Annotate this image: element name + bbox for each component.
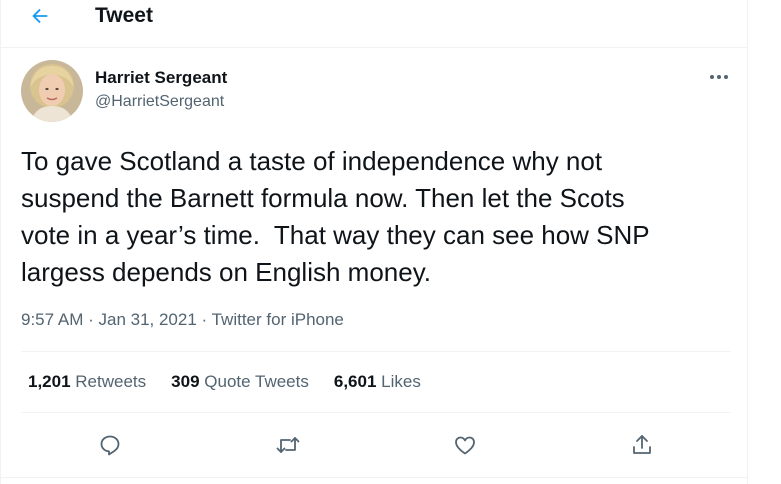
quotes-stat[interactable]: 309 Quote Tweets (171, 372, 309, 392)
quotes-label: Quote Tweets (204, 372, 309, 391)
avatar[interactable] (21, 60, 83, 122)
heart-icon (455, 436, 475, 455)
bottom-divider (1, 477, 749, 478)
tweet-source[interactable]: Twitter for iPhone (212, 310, 344, 329)
retweet-button[interactable] (271, 428, 305, 462)
tweet-date[interactable]: Jan 31, 2021 (98, 310, 196, 329)
likes-label: Likes (381, 372, 421, 391)
share-icon (633, 435, 651, 454)
meta-divider (21, 351, 731, 352)
retweet-icon (276, 437, 300, 453)
page-header: Tweet (1, 0, 749, 48)
arrow-left-icon (32, 8, 48, 24)
author-handle[interactable]: @HarrietSergeant (95, 93, 224, 111)
side-gutter (748, 0, 781, 484)
page-title: Tweet (95, 4, 153, 27)
tweet-stats: 1,201 Retweets 309 Quote Tweets 6,601 Li… (28, 372, 446, 392)
share-button[interactable] (625, 428, 659, 462)
meta-separator: · (196, 310, 212, 329)
avatar-image (21, 60, 83, 122)
stats-divider (21, 412, 731, 413)
retweets-label: Retweets (75, 372, 147, 391)
retweets-stat[interactable]: 1,201 Retweets (28, 372, 146, 392)
back-button[interactable] (25, 1, 55, 31)
reply-button[interactable] (93, 428, 127, 462)
like-button[interactable] (448, 428, 482, 462)
tweet-time[interactable]: 9:57 AM (21, 310, 83, 329)
header-divider (1, 47, 749, 48)
meta-separator: · (83, 310, 99, 329)
reply-icon (100, 435, 120, 456)
more-button[interactable] (705, 66, 733, 88)
tweet-actions (1, 428, 749, 462)
quotes-count: 309 (171, 372, 200, 391)
likes-stat[interactable]: 6,601 Likes (334, 372, 421, 392)
tweet-meta: 9:57 AM · Jan 31, 2021 · Twitter for iPh… (21, 310, 344, 330)
tweet-text: To gave Scotland a taste of independence… (21, 146, 650, 287)
likes-count: 6,601 (333, 372, 377, 391)
author-name[interactable]: Harriet Sergeant (95, 68, 227, 88)
more-horizontal-icon (710, 75, 728, 79)
retweets-count: 1,201 (28, 372, 71, 391)
tweet-column: Tweet Harriet Sergeant @HarrietSergeant … (0, 0, 749, 484)
